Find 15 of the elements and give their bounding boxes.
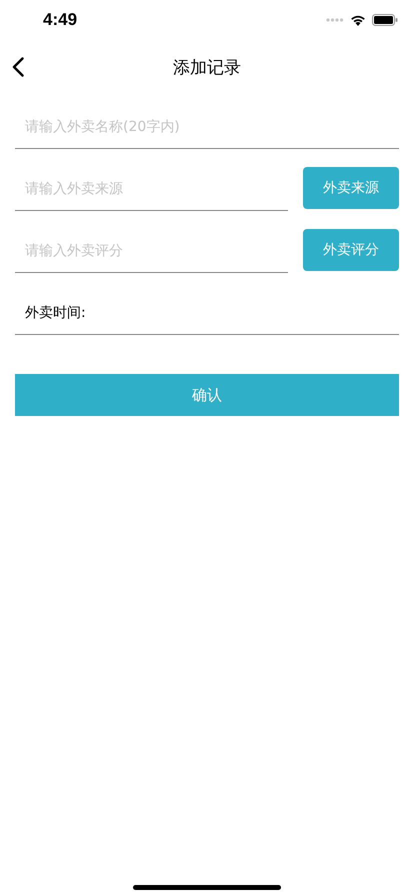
input-field[interactable]: 请输入外卖名称(20字内) bbox=[15, 106, 399, 149]
wifi-icon bbox=[350, 14, 366, 26]
select-button[interactable]: 外卖来源 bbox=[303, 167, 399, 209]
page-title: 添加记录 bbox=[172, 56, 242, 78]
select-button[interactable]: 外卖评分 bbox=[303, 229, 399, 271]
battery-icon bbox=[372, 14, 398, 26]
back-icon bbox=[12, 57, 24, 77]
time-field[interactable]: 外卖时间: bbox=[15, 292, 399, 335]
field-label: 外卖时间: bbox=[25, 304, 86, 322]
input-field[interactable]: 请输入外卖来源 bbox=[15, 168, 288, 211]
confirm-button[interactable]: 确认 bbox=[15, 374, 399, 416]
signal-icon bbox=[326, 18, 344, 22]
back-button[interactable] bbox=[12, 56, 26, 78]
input-field[interactable]: 请输入外卖评分 bbox=[15, 230, 288, 273]
status-time: 4:49 bbox=[43, 10, 78, 30]
